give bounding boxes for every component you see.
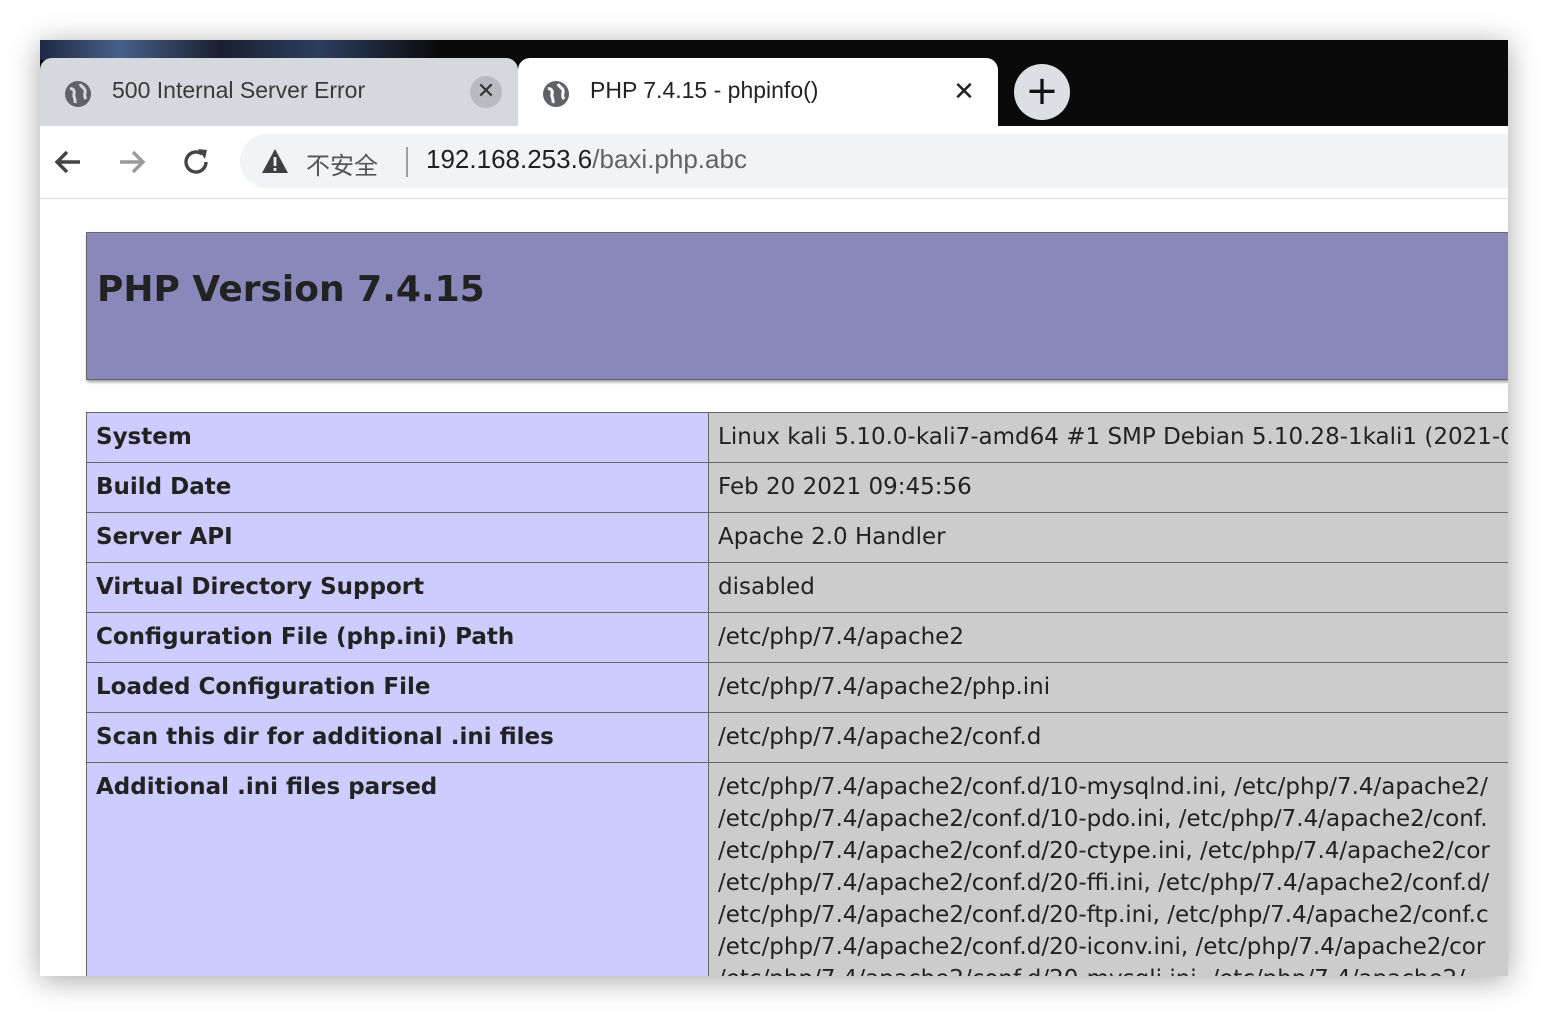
table-row: Additional .ini files parsed /etc/php/7.… xyxy=(86,762,1508,976)
globe-icon xyxy=(65,81,91,107)
divider xyxy=(406,147,408,177)
ini-file-line: /etc/php/7.4/apache2/conf.d/20-ctype.ini… xyxy=(718,838,1490,864)
page-content: PHP Version 7.4.15 System Linux kali 5.10… xyxy=(40,199,1508,976)
row-value: Feb 20 2021 09:45:56 xyxy=(708,462,1508,513)
desktop-background-strip xyxy=(40,40,440,60)
ini-file-line: /etc/php/7.4/apache2/conf.d/20-ftp.ini, … xyxy=(718,902,1489,928)
security-label[interactable]: 不安全 xyxy=(306,146,378,181)
row-value: disabled xyxy=(708,562,1508,613)
address-bar[interactable]: 不安全 192.168.253.6/baxi.php.abc xyxy=(240,134,1508,188)
row-key: Additional .ini files parsed xyxy=(86,762,709,976)
row-key: Virtual Directory Support xyxy=(86,562,709,613)
tab-title: PHP 7.4.15 - phpinfo() xyxy=(590,77,819,103)
table-row: Scan this dir for additional .ini files /… xyxy=(86,712,1508,763)
row-key: Scan this dir for additional .ini files xyxy=(86,712,709,763)
globe-icon xyxy=(543,81,569,107)
row-value: Linux kali 5.10.0-kali7-amd64 #1 SMP Deb… xyxy=(708,412,1508,463)
row-key: System xyxy=(86,412,709,463)
warning-triangle-icon[interactable] xyxy=(260,146,290,176)
ini-file-line: /etc/php/7.4/apache2/conf.d/20-mysqli.in… xyxy=(718,963,1508,976)
row-key: Server API xyxy=(86,512,709,563)
url-text[interactable]: 192.168.253.6/baxi.php.abc xyxy=(426,144,747,175)
url-host: 192.168.253.6 xyxy=(426,144,593,174)
back-arrow-icon[interactable] xyxy=(50,144,86,180)
table-row: System Linux kali 5.10.0-kali7-amd64 #1 S… xyxy=(86,412,1508,463)
ini-file-line: /etc/php/7.4/apache2/conf.d/20-ffi.ini, … xyxy=(718,870,1490,896)
table-row: Server API Apache 2.0 Handler xyxy=(86,512,1508,563)
info-table: System Linux kali 5.10.0-kali7-amd64 #1 S… xyxy=(86,412,1508,976)
row-value: /etc/php/7.4/apache2/php.ini xyxy=(708,662,1508,713)
row-value: /etc/php/7.4/apache2/conf.d xyxy=(708,712,1508,763)
row-value: /etc/php/7.4/apache2/conf.d/10-mysqlnd.i… xyxy=(708,762,1508,976)
ini-file-line: /etc/php/7.4/apache2/conf.d/10-pdo.ini, … xyxy=(718,806,1488,832)
url-path: /baxi.php.abc xyxy=(592,144,747,174)
tab-500-error[interactable]: 500 Internal Server Error ✕ xyxy=(40,58,518,126)
tab-title: 500 Internal Server Error xyxy=(112,77,366,103)
table-row: Build Date Feb 20 2021 09:45:56 xyxy=(86,462,1508,513)
tab-strip: 500 Internal Server Error ✕ PHP 7.4.15 -… xyxy=(40,40,1508,126)
tab-phpinfo[interactable]: PHP 7.4.15 - phpinfo() ✕ xyxy=(518,58,998,126)
ini-file-line: /etc/php/7.4/apache2/conf.d/20-iconv.ini… xyxy=(718,934,1486,960)
page-title: PHP Version 7.4.15 xyxy=(97,269,485,310)
table-row: Loaded Configuration File/etc/php/7.4/ap… xyxy=(86,662,1508,713)
row-value: /etc/php/7.4/apache2 xyxy=(708,612,1508,663)
ini-file-line: /etc/php/7.4/apache2/conf.d/10-mysqlnd.i… xyxy=(718,774,1488,800)
row-key: Loaded Configuration File xyxy=(86,662,709,713)
close-tab-icon[interactable]: ✕ xyxy=(948,76,980,108)
table-row: Virtual Directory Support disabled xyxy=(86,562,1508,613)
row-value: Apache 2.0 Handler xyxy=(708,512,1508,563)
table-row: Configuration File (php.ini) Path/etc/ph… xyxy=(86,612,1508,663)
new-tab-button[interactable]: + xyxy=(1014,64,1070,120)
php-version-header: PHP Version 7.4.15 xyxy=(86,232,1508,380)
forward-arrow-icon[interactable] xyxy=(114,144,150,180)
row-key: Build Date xyxy=(86,462,709,513)
row-key: Configuration File (php.ini) Path xyxy=(86,612,709,663)
toolbar: 不安全 192.168.253.6/baxi.php.abc xyxy=(40,126,1508,199)
browser-window: 500 Internal Server Error ✕ PHP 7.4.15 -… xyxy=(40,40,1508,976)
close-tab-icon[interactable]: ✕ xyxy=(470,76,502,108)
reload-icon[interactable] xyxy=(178,144,214,180)
